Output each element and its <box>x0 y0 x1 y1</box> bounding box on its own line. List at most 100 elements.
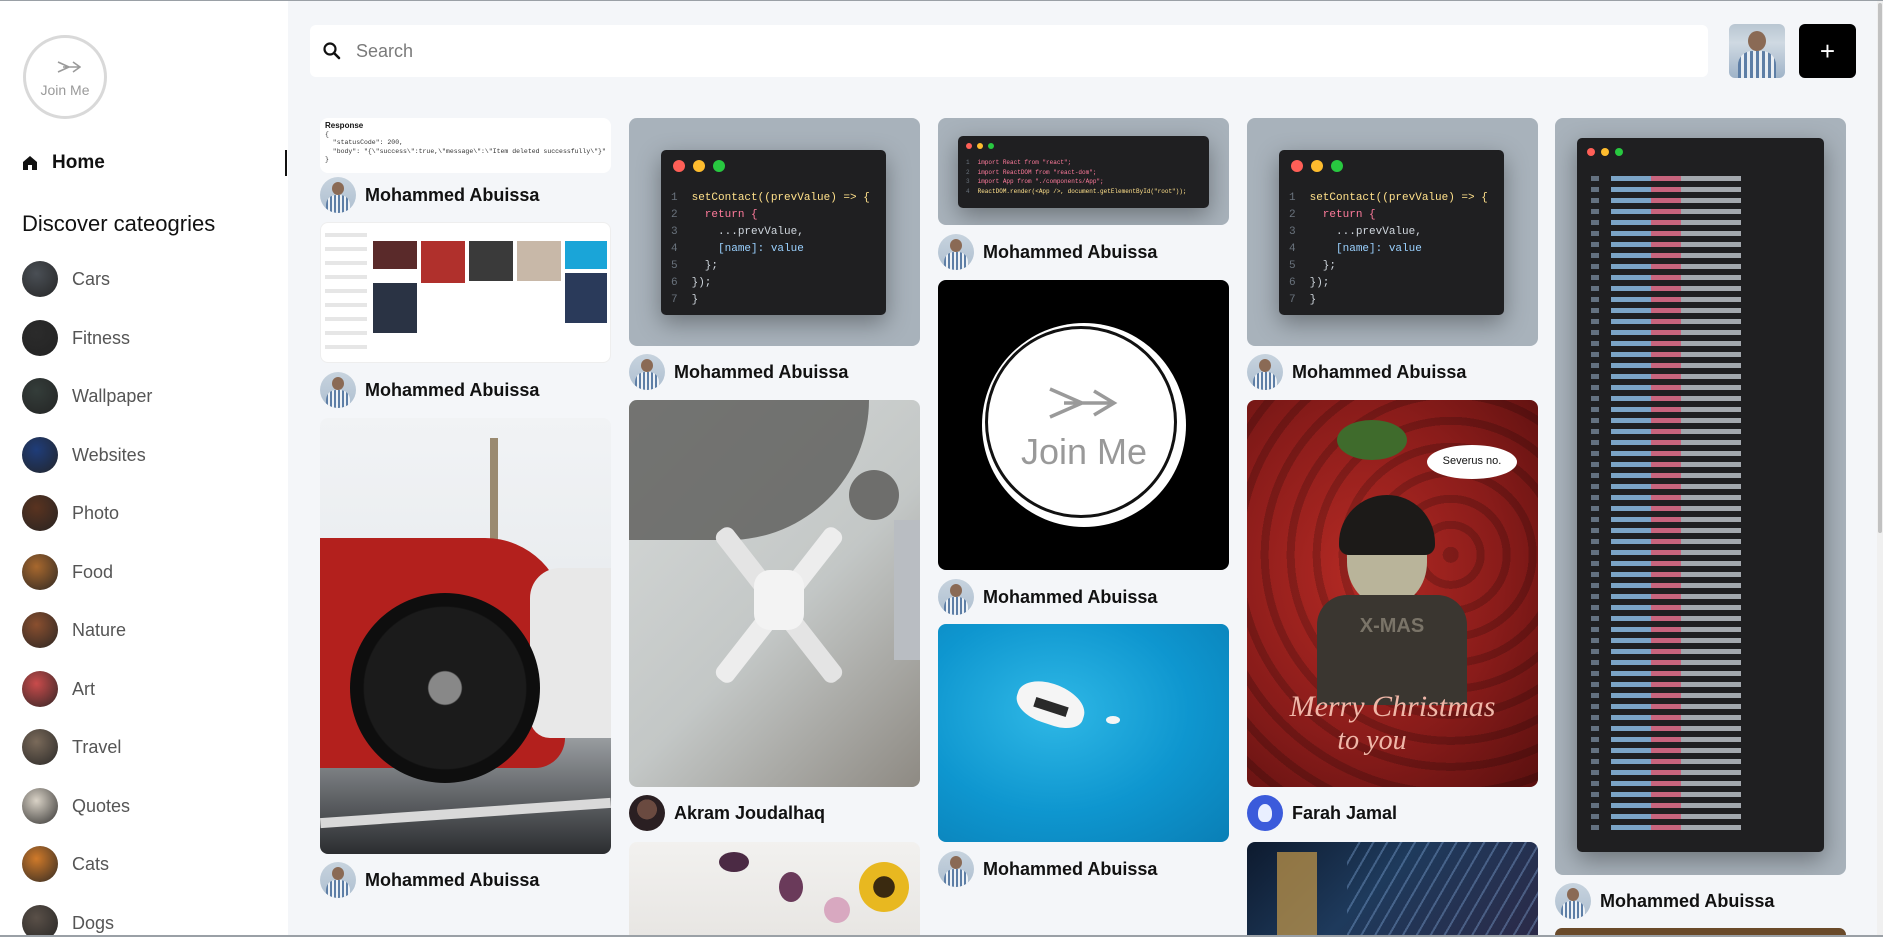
author-name: Mohammed Abuissa <box>1600 890 1775 911</box>
pin-author[interactable]: Mohammed Abuissa <box>938 577 1157 617</box>
mistletoe <box>1337 420 1407 460</box>
category-wallpaper[interactable]: Wallpaper <box>22 376 272 416</box>
author-name: Akram Joudalhaq <box>674 802 826 823</box>
pin-joinme-logo[interactable]: Join Me <box>938 280 1229 570</box>
close-dot-icon <box>966 143 972 149</box>
author-name: Mohammed Abuissa <box>983 858 1158 879</box>
scrollbar-thumb[interactable] <box>1878 3 1882 533</box>
mini-thumb <box>565 241 607 269</box>
sunflower <box>859 862 909 912</box>
star-trails <box>1347 842 1538 935</box>
code-window: 1 import React from "react"; 2 import React… <box>958 136 1209 208</box>
close-dot-icon <box>1291 160 1303 172</box>
user-avatar[interactable] <box>1729 24 1785 78</box>
search-input[interactable] <box>354 39 1658 63</box>
search-bar[interactable] <box>310 25 1708 77</box>
character-sweater <box>1317 595 1467 705</box>
pin-author[interactable]: Mohammed Abuissa <box>938 232 1157 272</box>
pin-code-imports[interactable]: 1 import React from "react"; 2 import React… <box>938 118 1229 225</box>
building <box>1277 852 1317 935</box>
category-dogs[interactable]: Dogs <box>22 903 272 935</box>
pin-author[interactable]: Mohammed Abuissa <box>320 860 539 900</box>
sidebar: Join Me Home Discover cateogries Cars Fi… <box>0 1 288 935</box>
window-controls <box>1587 148 1629 156</box>
pin-author[interactable]: Farah Jamal <box>1247 793 1397 833</box>
pin-author[interactable]: Akram Joudalhaq <box>629 793 825 833</box>
pin-next[interactable] <box>1555 928 1846 935</box>
author-name: Mohammed Abuissa <box>1292 361 1467 382</box>
category-thumb <box>22 846 58 882</box>
pin-christmas-card[interactable]: Severus no. X-MAS Merry Christmas to you <box>1247 400 1538 787</box>
category-food[interactable]: Food <box>22 552 272 592</box>
drone-shadow <box>629 400 869 540</box>
pin-app-screenshot[interactable] <box>320 222 611 363</box>
pin-author[interactable]: Mohammed Abuissa <box>938 849 1157 889</box>
app-logo[interactable]: Join Me <box>23 35 107 119</box>
category-cars[interactable]: Cars <box>22 259 272 299</box>
sweater-text: X-MAS <box>1359 615 1425 637</box>
scrollbar-track[interactable] <box>1877 1 1883 935</box>
nav-home-label: Home <box>52 152 105 173</box>
logo-arrow-icon <box>57 61 81 73</box>
pin-author[interactable]: Mohammed Abuissa <box>320 175 539 215</box>
category-label: Fitness <box>72 327 131 348</box>
petal <box>719 852 749 872</box>
code-window: 1 setContact((prevValue) => {2 return {3 … <box>1279 150 1504 315</box>
speech-bubble-text: Severus no. <box>1442 455 1502 467</box>
pin-response-body: { "statusCode": 200, "body": "{\"success… <box>325 131 606 164</box>
pin-code-setcontact[interactable]: 1 setContact((prevValue) => {2 return {3 … <box>629 118 920 346</box>
author-name: Mohammed Abuissa <box>983 241 1158 262</box>
code-block: 1 setContact((prevValue) => {2 return {3 … <box>1289 192 1488 307</box>
category-label: Travel <box>72 736 122 757</box>
category-label: Photo <box>72 502 120 523</box>
logo-text: Join Me <box>40 82 90 98</box>
pin-flowers[interactable] <box>629 842 920 935</box>
pin-author[interactable]: Mohammed Abuissa <box>629 352 848 392</box>
pin-red-car[interactable] <box>320 418 611 854</box>
card-line-1: Merry Christmas <box>1289 690 1496 723</box>
category-travel[interactable]: Travel <box>22 727 272 767</box>
pin-author[interactable]: Mohammed Abuissa <box>1247 352 1466 392</box>
pin-drone[interactable] <box>629 400 920 787</box>
pin-city-night[interactable] <box>1247 842 1538 935</box>
category-cats[interactable]: Cats <box>22 844 272 884</box>
add-pin-button[interactable]: + <box>1799 24 1856 78</box>
category-label: Wallpaper <box>72 385 153 406</box>
category-label: Food <box>72 561 114 582</box>
logo-circle: Join Me <box>982 323 1186 527</box>
active-indicator <box>285 150 287 176</box>
nav-home[interactable]: Home <box>22 149 286 177</box>
author-name: Mohammed Abuissa <box>365 184 540 205</box>
category-nature[interactable]: Nature <box>22 610 272 650</box>
author-name: Mohammed Abuissa <box>365 869 540 890</box>
code-block <box>1591 176 1812 836</box>
pin-boat-ocean[interactable] <box>938 624 1229 842</box>
pin-author[interactable]: Mohammed Abuissa <box>320 370 539 410</box>
minimize-dot-icon <box>1311 160 1323 172</box>
logo-text: Join Me <box>1020 431 1148 472</box>
author-name: Mohammed Abuissa <box>674 361 849 382</box>
mini-thumb <box>469 241 513 281</box>
category-photo[interactable]: Photo <box>22 493 272 533</box>
pin-code-app[interactable] <box>1555 118 1846 875</box>
category-websites[interactable]: Websites <box>22 435 272 475</box>
minimize-dot-icon <box>1601 148 1609 156</box>
pin-response-heading: Response <box>325 121 364 130</box>
author-avatar <box>938 234 974 270</box>
category-label: Quotes <box>72 795 131 816</box>
author-avatar <box>1247 795 1283 831</box>
pin-author[interactable]: Mohammed Abuissa <box>1555 881 1774 921</box>
mini-thumb <box>565 273 607 323</box>
category-fitness[interactable]: Fitness <box>22 318 272 358</box>
category-thumb <box>22 378 58 414</box>
maximize-dot-icon <box>1615 148 1623 156</box>
pin-response[interactable]: Response { "statusCode": 200, "body": "{… <box>320 118 611 173</box>
category-quotes[interactable]: Quotes <box>22 786 272 826</box>
category-label: Nature <box>72 619 127 640</box>
author-avatar <box>1247 354 1283 390</box>
mini-thumb <box>373 283 417 333</box>
category-thumb <box>22 320 58 356</box>
category-label: Dogs <box>72 912 115 933</box>
category-art[interactable]: Art <box>22 669 272 709</box>
pin-code-setcontact[interactable]: 1 setContact((prevValue) => {2 return {3 … <box>1247 118 1538 346</box>
